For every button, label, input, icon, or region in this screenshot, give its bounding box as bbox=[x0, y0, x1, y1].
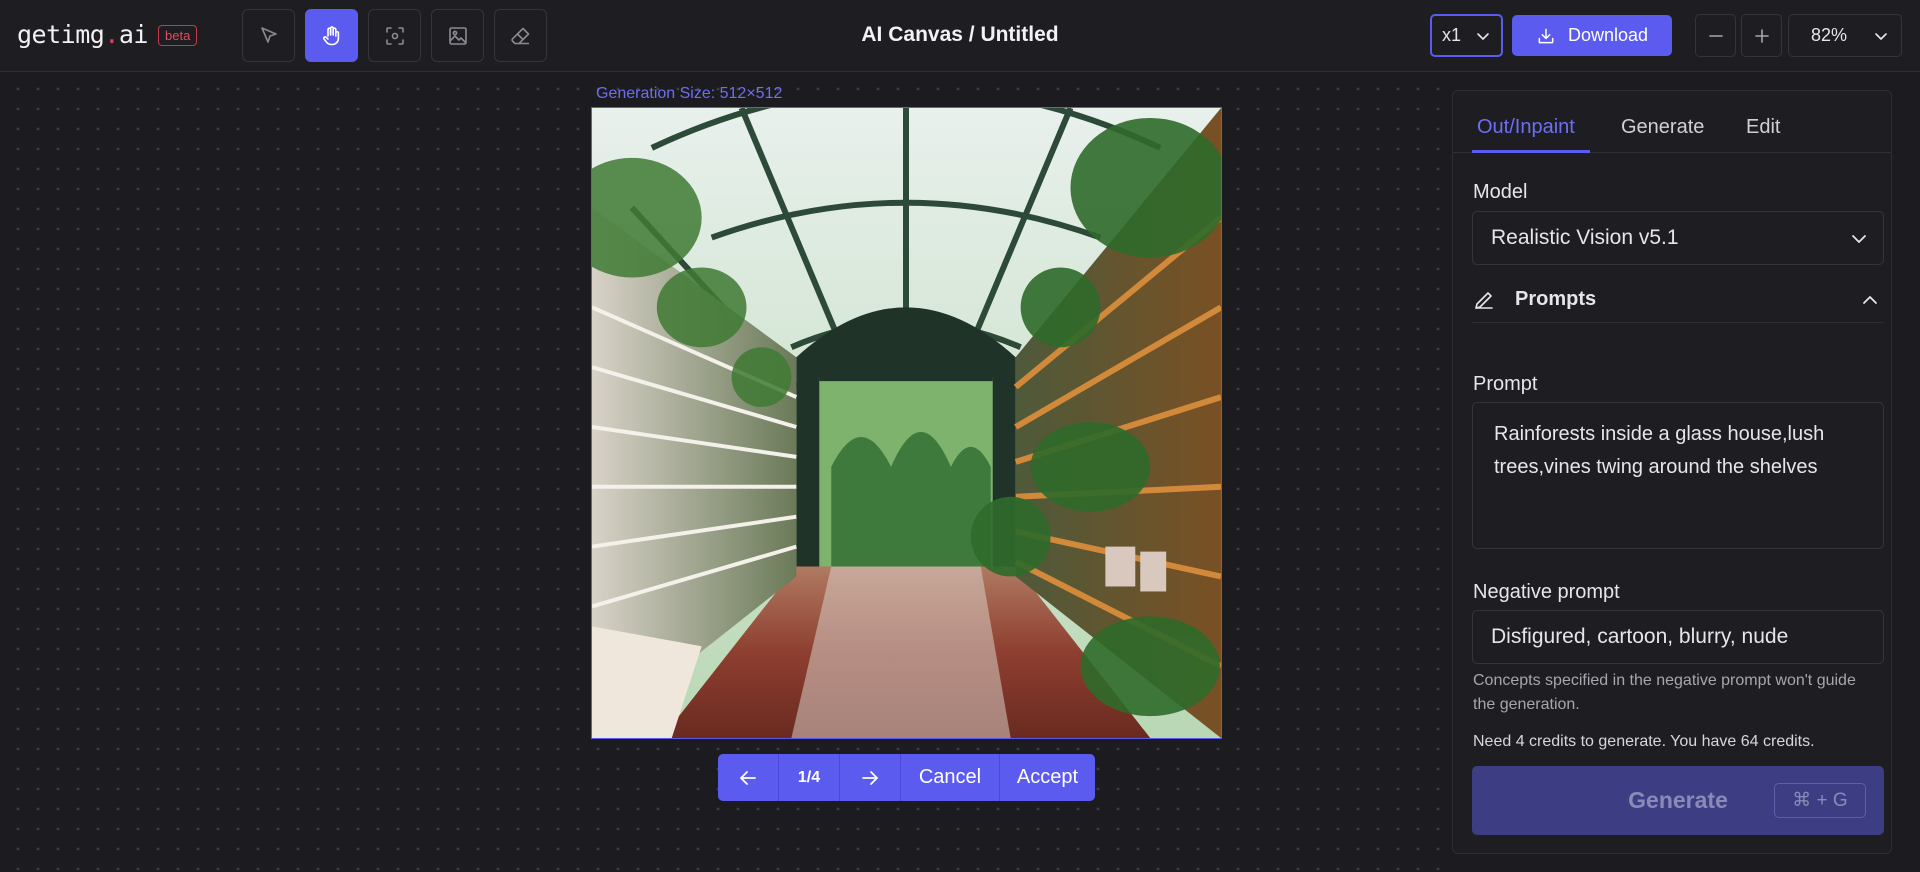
generated-image[interactable] bbox=[591, 107, 1222, 739]
generate-button[interactable]: Generate ⌘ + G bbox=[1472, 766, 1884, 835]
prompt-textarea[interactable]: Rainforests inside a glass house,lush tr… bbox=[1472, 402, 1884, 549]
focus-icon bbox=[385, 26, 404, 45]
credits-info: Need 4 credits to generate. You have 64 … bbox=[1473, 733, 1815, 750]
prompt-label: Prompt bbox=[1473, 373, 1538, 395]
scale-value: x1 bbox=[1442, 25, 1462, 45]
variation-action-bar: 1/4 Cancel Accept bbox=[718, 754, 1095, 801]
minus-icon bbox=[1708, 34, 1723, 37]
logo[interactable]: getimg.ai bbox=[17, 20, 148, 49]
scale-select[interactable]: x1 bbox=[1430, 14, 1503, 57]
negative-prompt-hint: Concepts specified in the negative promp… bbox=[1473, 672, 1856, 713]
download-icon bbox=[1538, 28, 1554, 43]
generation-size-label: Generation Size: 512×512 bbox=[596, 85, 783, 102]
panel-tabs: Out/Inpaint Generate Edit bbox=[1453, 91, 1891, 153]
arrow-left-icon bbox=[740, 770, 756, 785]
logo-main: getimg bbox=[17, 20, 105, 49]
prompts-section-title: Prompts bbox=[1515, 288, 1597, 310]
prompts-section-header[interactable]: Prompts bbox=[1472, 286, 1884, 323]
select-tool-button[interactable] bbox=[242, 9, 295, 62]
image-tool-button[interactable] bbox=[431, 9, 484, 62]
chevron-down-icon bbox=[1852, 235, 1866, 243]
page-title: AI Canvas / Untitled bbox=[861, 23, 1059, 46]
negative-prompt-input[interactable]: Disfigured, cartoon, blurry, nude bbox=[1472, 610, 1884, 664]
chevron-down-icon bbox=[1875, 33, 1887, 40]
active-tab-indicator bbox=[1472, 150, 1590, 153]
pan-tool-button[interactable] bbox=[305, 9, 358, 62]
chevron-up-icon bbox=[1863, 296, 1877, 304]
zoom-in-button[interactable] bbox=[1741, 14, 1782, 57]
plus-icon bbox=[1754, 28, 1769, 43]
model-value: Realistic Vision v5.1 bbox=[1491, 226, 1679, 249]
generate-shortcut: ⌘ + G bbox=[1774, 783, 1866, 818]
previous-variation-button[interactable] bbox=[718, 754, 779, 801]
tab-out-inpaint[interactable]: Out/Inpaint bbox=[1477, 116, 1575, 139]
model-select[interactable]: Realistic Vision v5.1 bbox=[1472, 211, 1884, 265]
tab-generate[interactable]: Generate bbox=[1621, 116, 1704, 139]
focus-tool-button[interactable] bbox=[368, 9, 421, 62]
beta-badge: beta bbox=[158, 25, 198, 46]
pencil-icon bbox=[1475, 292, 1493, 309]
zoom-select[interactable]: 82% bbox=[1788, 14, 1902, 57]
download-label: Download bbox=[1567, 25, 1649, 45]
variation-counter: 1/4 bbox=[779, 754, 840, 801]
zoom-value: 82% bbox=[1811, 25, 1848, 45]
logo-tld: ai bbox=[118, 20, 149, 49]
zoom-out-button[interactable] bbox=[1695, 14, 1736, 57]
arrow-right-icon bbox=[862, 770, 878, 785]
cancel-button[interactable]: Cancel bbox=[901, 754, 1000, 801]
top-bar: getimg.ai beta AI Canvas / Untitled x1 D… bbox=[0, 0, 1920, 72]
model-label: Model bbox=[1473, 181, 1528, 203]
greenhouse-library-image bbox=[592, 108, 1221, 738]
eraser-icon bbox=[510, 27, 529, 44]
image-icon bbox=[448, 26, 467, 45]
negative-prompt-label: Negative prompt bbox=[1473, 581, 1620, 603]
accept-button[interactable]: Accept bbox=[1000, 754, 1095, 801]
download-button[interactable]: Download bbox=[1512, 15, 1672, 56]
eraser-tool-button[interactable] bbox=[494, 9, 547, 62]
next-variation-button[interactable] bbox=[840, 754, 901, 801]
settings-panel: Out/Inpaint Generate Edit Model Realisti… bbox=[1452, 90, 1892, 854]
pointer-icon bbox=[260, 26, 277, 43]
logo-dot: . bbox=[104, 20, 119, 49]
tab-edit[interactable]: Edit bbox=[1746, 116, 1780, 139]
chevron-down-icon bbox=[1477, 33, 1489, 40]
hand-icon bbox=[322, 25, 339, 45]
